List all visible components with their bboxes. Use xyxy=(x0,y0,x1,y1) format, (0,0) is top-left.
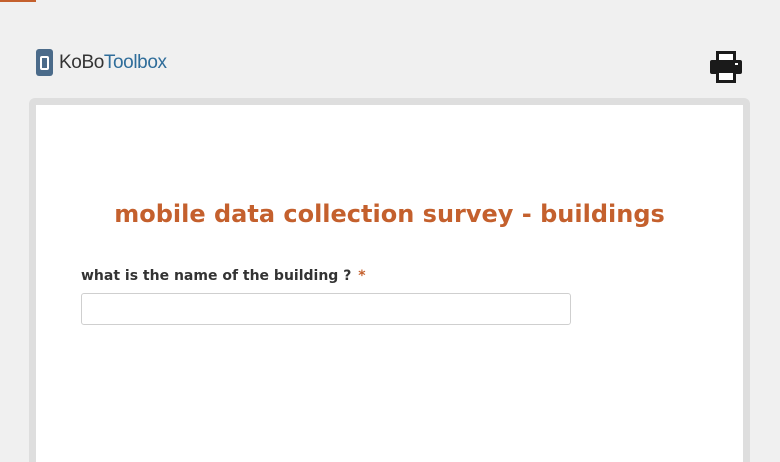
logo-text: KoBoToolbox xyxy=(59,49,167,76)
print-icon[interactable] xyxy=(708,50,744,84)
form-title: mobile data collection survey - building… xyxy=(114,200,665,228)
question-label: what is the name of the building ? * xyxy=(81,266,366,286)
page: KoBoToolbox mobile data collection surve… xyxy=(0,0,780,462)
building-name-input[interactable] xyxy=(81,293,571,325)
logo-text-kobo: KoBo xyxy=(59,52,104,73)
kobo-logo-icon xyxy=(36,49,53,76)
form-card: mobile data collection survey - building… xyxy=(36,105,743,462)
required-marker: * xyxy=(358,268,366,284)
logo-text-toolbox: Toolbox xyxy=(103,52,167,73)
top-tab-indicator xyxy=(0,0,36,2)
question-label-text: what is the name of the building ? xyxy=(81,268,352,284)
kobotoolbox-logo: KoBoToolbox xyxy=(36,49,167,76)
